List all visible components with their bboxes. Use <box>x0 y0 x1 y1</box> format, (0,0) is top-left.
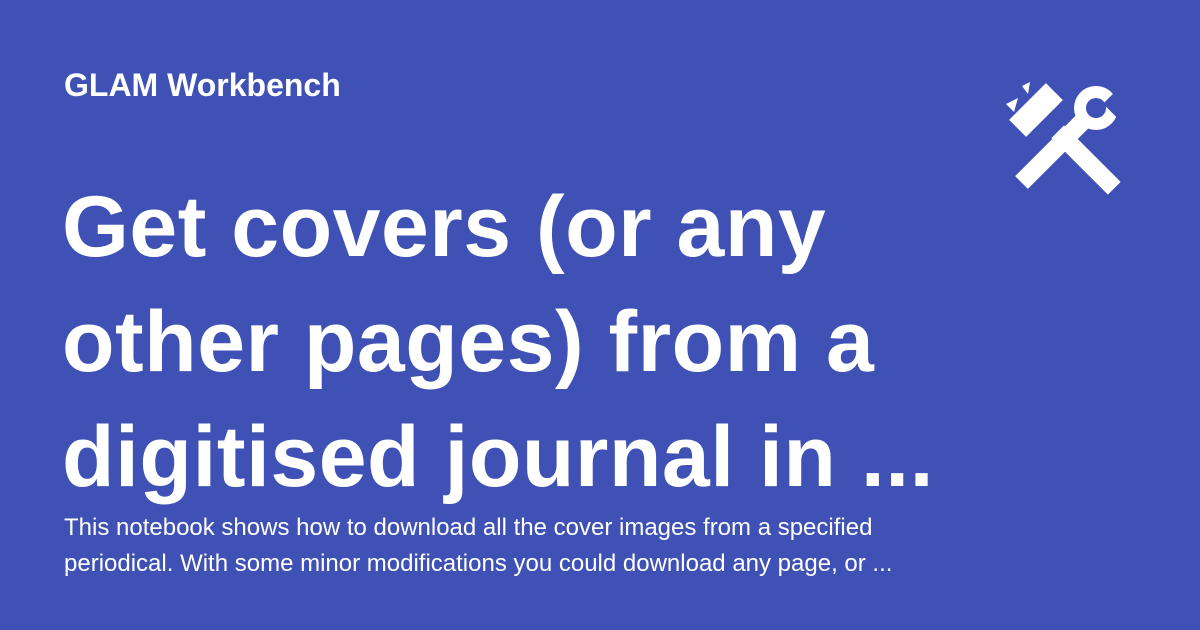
description-line: periodical. With some minor modification… <box>64 550 893 577</box>
title-line: digitised journal in ... <box>62 409 935 505</box>
social-card: GLAM Workbench Get covers (or any other … <box>0 0 1200 630</box>
site-name: GLAM Workbench <box>64 67 341 103</box>
page-title: Get covers (or any other pages) from a d… <box>62 170 942 515</box>
hammer-wrench-icon <box>1000 78 1128 196</box>
title-line: Get covers (or any <box>62 179 827 275</box>
title-line: other pages) from a <box>62 294 875 390</box>
page-description: This notebook shows how to download all … <box>64 510 944 582</box>
description-line: This notebook shows how to download all … <box>64 514 873 541</box>
